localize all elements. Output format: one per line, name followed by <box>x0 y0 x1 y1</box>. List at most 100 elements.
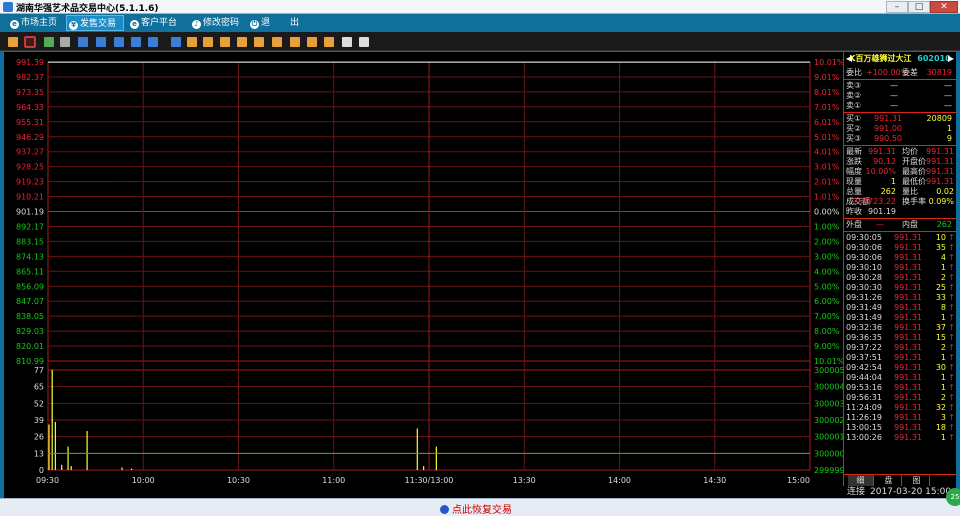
chevron-left-icon[interactable]: ◀ <box>846 52 852 66</box>
f3-icon[interactable] <box>114 37 124 47</box>
tick-row: 09:44:04 991.31 1 ↑ <box>846 373 956 383</box>
tick-time: 09:30:28 <box>846 273 882 282</box>
x-icon[interactable] <box>171 37 181 47</box>
holdings-tick-label: 300000 <box>814 449 843 458</box>
menu-item-2[interactable]: e 客户平台 <box>128 15 186 31</box>
tick-row: 09:30:30 991.31 25 ↑ <box>846 283 956 293</box>
datetime: 2017-03-20 15:00 <box>870 487 952 497</box>
panel-tab-0[interactable]: 细 <box>848 475 874 486</box>
percent-tick-label: 3.01% <box>814 163 840 172</box>
up-arrow-icon: ↑ <box>948 363 955 372</box>
percent-tick-label: 0.00% <box>814 208 840 217</box>
percent-tick-label: 6.01% <box>814 118 840 127</box>
maximize-button[interactable]: □ <box>908 1 930 13</box>
price-tick-label: 883.15 <box>16 237 44 246</box>
k5-icon[interactable] <box>254 37 264 47</box>
tick-volume: 3 <box>940 413 946 422</box>
tick-time: 11:26:19 <box>846 413 882 422</box>
k3-icon[interactable] <box>220 37 230 47</box>
k4-icon[interactable] <box>237 37 247 47</box>
buy-label: 买② <box>846 124 862 133</box>
k8-icon[interactable] <box>307 37 317 47</box>
tick-time: 13:00:26 <box>846 433 882 442</box>
panel-tabs: 细盘图 <box>844 474 956 486</box>
up-arrow-icon: ↑ <box>948 353 955 362</box>
tick-row: 13:00:26 991.31 1 ↑ <box>846 433 956 443</box>
k9-icon[interactable] <box>324 37 334 47</box>
tick-volume: 4 <box>940 253 946 262</box>
tick-price: 991.31 <box>894 393 922 402</box>
menu-item-4[interactable]: ⏻ 退 <box>248 15 282 31</box>
percent-tick-label: 8.00% <box>814 327 840 336</box>
holdings-tick-label: 300005 <box>814 366 843 375</box>
weidiff-label: 委差 <box>902 68 918 77</box>
tick-volume: 10 <box>935 233 946 242</box>
tick-time: 09:31:26 <box>846 293 882 302</box>
percent-tick-label: 5.00% <box>814 282 840 291</box>
stat-label-2: 最低价 <box>902 177 926 186</box>
tick-price: 991.31 <box>894 353 922 362</box>
stat-value: 10.00% <box>865 167 896 176</box>
candlestick-icon[interactable] <box>44 37 54 47</box>
tick-row: 09:53:16 991.31 1 ↑ <box>846 383 956 393</box>
up-arrow-icon: ↑ <box>948 243 955 252</box>
weidiff-value: 30819 <box>926 68 952 77</box>
panel-tab-1[interactable]: 盘 <box>876 475 902 486</box>
restore-trading-link[interactable]: 点此恢复交易 <box>440 501 512 516</box>
f5-icon[interactable] <box>148 37 158 47</box>
menu-item-5[interactable]: 出 <box>288 15 308 31</box>
up-arrow-icon: ↑ <box>948 383 955 392</box>
menu-item-3[interactable]: ♪ 修改密码 <box>190 15 244 31</box>
sell-row: 卖③ — — <box>846 81 956 91</box>
minimize-button[interactable]: – <box>886 1 908 13</box>
line-chart-icon[interactable] <box>24 36 36 48</box>
k7-icon[interactable] <box>290 37 300 47</box>
panel-tab-2[interactable]: 图 <box>904 475 930 486</box>
tick-volume: 32 <box>935 403 946 412</box>
restore-link-text: 点此恢复交易 <box>452 505 512 516</box>
tick-volume: 1 <box>940 383 946 392</box>
chart-svg: 991.39 10.01% 982.37 9.01% 973.35 8.01% 964.33… <box>16 58 845 485</box>
tick-price: 991.31 <box>894 343 922 352</box>
stat-label: 总量 <box>846 187 862 196</box>
tick-volume: 8 <box>940 303 946 312</box>
k1-icon[interactable] <box>187 37 197 47</box>
f4-icon[interactable] <box>131 37 141 47</box>
volume-tick-label: 26 <box>34 433 44 442</box>
time-share-chart[interactable]: 991.39 10.01% 982.37 9.01% 973.35 8.01% 964.33… <box>4 52 845 486</box>
menu-label-3: 修改密码 <box>203 18 240 28</box>
f1-icon[interactable] <box>78 37 88 47</box>
outer-inner-row: 外盘 — 内盘 262 <box>846 220 956 230</box>
f2-icon[interactable] <box>96 37 106 47</box>
tick-time: 09:36:35 <box>846 333 882 342</box>
pen-icon[interactable] <box>342 37 352 47</box>
price-tick-label: 982.37 <box>16 73 44 82</box>
notification-badge[interactable]: 25 <box>946 488 960 506</box>
k6-icon[interactable] <box>272 37 282 47</box>
tick-time: 09:53:16 <box>846 383 882 392</box>
k2-icon[interactable] <box>203 37 213 47</box>
tick-volume: 33 <box>935 293 946 302</box>
menu-item-0[interactable]: e 市场主页 <box>8 15 64 31</box>
tick-price: 991.31 <box>894 283 922 292</box>
menu-item-1[interactable]: ¥ 发售交易 <box>66 15 124 31</box>
stat-value-2: 991.31 <box>926 177 954 186</box>
tick-row: 09:31:49 991.31 8 ↑ <box>846 303 956 313</box>
tick-price: 991.31 <box>894 303 922 312</box>
calendar-icon[interactable] <box>60 37 70 47</box>
price-tick-label: 901.19 <box>16 208 44 217</box>
close-button[interactable]: ✕ <box>930 1 958 13</box>
tick-time: 09:32:36 <box>846 323 882 332</box>
menu-icon-3: ♪ <box>192 20 201 29</box>
tick-row: 09:30:28 991.31 2 ↑ <box>846 273 956 283</box>
volume-tick-label: 0 <box>39 466 44 475</box>
tick-time: 09:42:54 <box>846 363 882 372</box>
inner-value: 262 <box>936 220 952 229</box>
chevron-right-icon[interactable]: ▶ <box>948 52 954 66</box>
tick-row: 09:30:06 991.31 35 ↑ <box>846 243 956 253</box>
menu-label-0: 市场主页 <box>21 18 58 28</box>
bar-chart-icon[interactable] <box>8 37 18 47</box>
gear-icon[interactable] <box>359 37 369 47</box>
price-tick-label: 820.01 <box>16 342 44 351</box>
stat-row: 幅度 10.00% 最高价 991.31 <box>846 167 956 177</box>
